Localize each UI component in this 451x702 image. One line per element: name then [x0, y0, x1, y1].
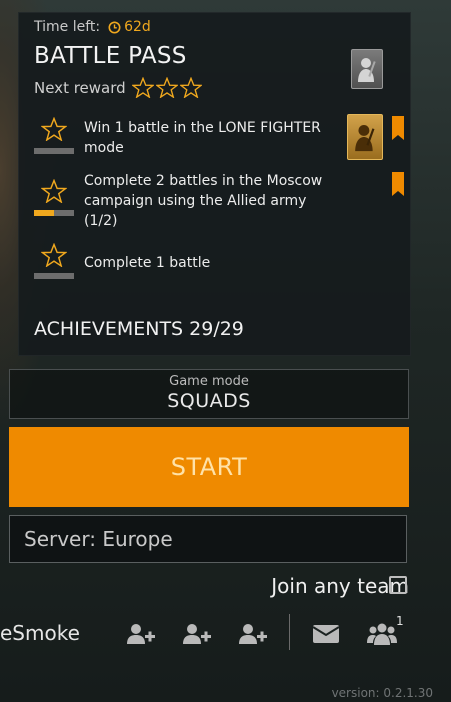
star-icon: [41, 117, 67, 141]
server-selector[interactable]: Server: Europe: [9, 515, 407, 563]
mail-icon[interactable]: [310, 620, 342, 648]
next-reward: Next reward: [34, 77, 202, 98]
game-mode-value: SQUADS: [167, 390, 251, 412]
bookmark-icon[interactable]: [392, 116, 404, 140]
time-left-label: Time left:: [34, 19, 101, 35]
star-icon: [41, 243, 67, 267]
task-text: Complete 2 battles in the Moscow campaig…: [84, 173, 323, 229]
friends-count-badge: 1: [396, 614, 404, 628]
player-name[interactable]: eSmoke: [0, 621, 80, 645]
star-icon: [131, 77, 154, 98]
task-reward-badge[interactable]: [347, 114, 383, 160]
join-any-team-checkbox[interactable]: [389, 576, 407, 594]
star-icon: [179, 77, 202, 98]
start-button[interactable]: START: [9, 427, 409, 507]
soldier-badge-icon: [355, 125, 375, 152]
bookmark-icon[interactable]: [392, 172, 404, 196]
star-icon: [155, 77, 178, 98]
task-text: Complete 1 battle: [84, 255, 211, 271]
clock-icon: [108, 21, 121, 33]
add-friend-icon[interactable]: [181, 620, 213, 648]
add-friend-icon[interactable]: [237, 620, 269, 648]
game-mode-label: Game mode: [169, 374, 249, 389]
achievements-link[interactable]: ACHIEVEMENTS 29/29: [34, 318, 244, 340]
bottom-bar: eSmoke 1: [0, 612, 451, 656]
soldier-badge-icon: [358, 58, 376, 82]
battle-pass-panel[interactable]: Time left: 62d BATTLE PASS Next reward W…: [18, 12, 411, 356]
time-left-value: 62d: [124, 19, 151, 35]
next-reward-label: Next reward: [34, 78, 126, 97]
time-left: Time left: 62d: [34, 19, 151, 35]
task-text: Win 1 battle in the LONE FIGHTER mode: [84, 120, 321, 156]
task-progress-bar: [34, 210, 74, 216]
task-item[interactable]: Complete 1 battle: [19, 243, 410, 283]
add-friend-icon[interactable]: [125, 620, 157, 648]
battle-pass-title: BATTLE PASS: [34, 43, 187, 69]
task-item[interactable]: Complete 2 battles in the Moscow campaig…: [19, 171, 410, 237]
divider: [289, 614, 290, 650]
game-mode-selector[interactable]: Game mode SQUADS: [9, 369, 409, 419]
task-progress-bar: [34, 148, 74, 154]
task-progress-bar: [34, 273, 74, 279]
task-item[interactable]: Win 1 battle in the LONE FIGHTER mode: [19, 114, 410, 173]
version-label: version: 0.2.1.30: [331, 686, 433, 700]
star-icon: [41, 179, 67, 203]
next-reward-badge[interactable]: [351, 49, 383, 89]
friends-icon[interactable]: [366, 620, 398, 648]
